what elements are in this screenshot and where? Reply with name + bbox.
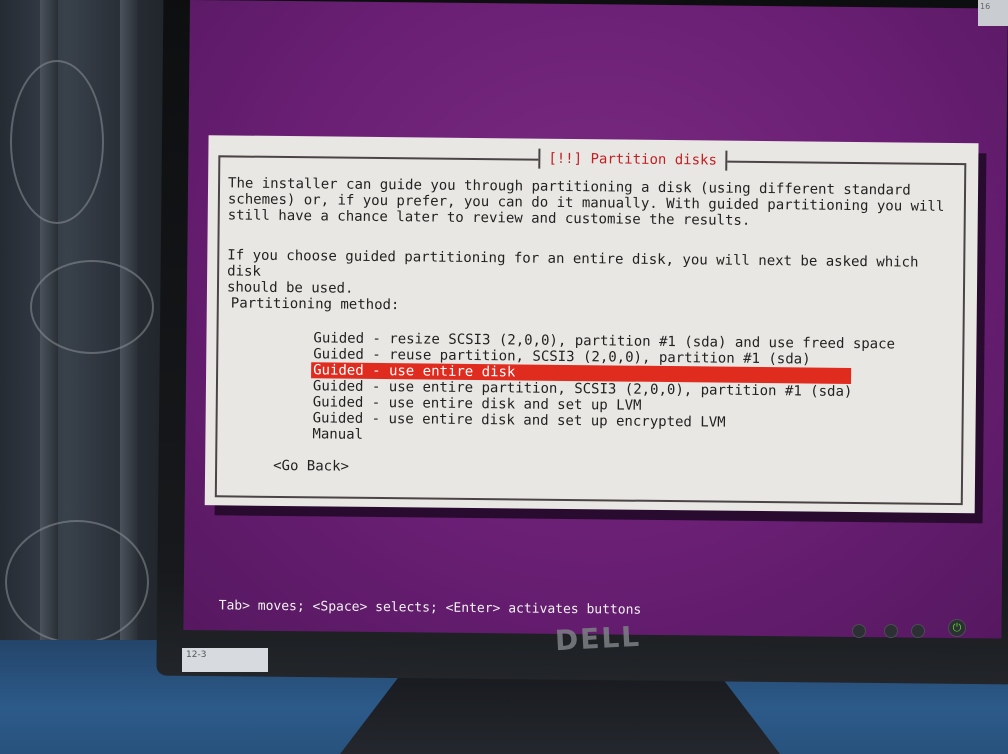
monitor-button[interactable] xyxy=(884,624,898,638)
asset-tag: 12-3 xyxy=(182,648,268,672)
power-icon[interactable]: ⏻ xyxy=(948,619,966,637)
monitor-button[interactable] xyxy=(852,624,866,638)
intro-text: The installer can guide you through part… xyxy=(227,175,945,229)
monitor-button[interactable] xyxy=(911,624,925,638)
installer-screen: [!!] Partition disks The installer can g… xyxy=(183,0,1008,639)
cable xyxy=(5,520,149,644)
dialog-title: [!!] Partition disks xyxy=(538,148,728,171)
status-bar: Tab> moves; <Space> selects; <Enter> act… xyxy=(218,598,642,618)
cable xyxy=(10,60,104,224)
partitioning-method-list[interactable]: Guided - resize SCSI3 (2,0,0), partition… xyxy=(310,330,895,448)
monitor-brand-logo: DELL xyxy=(554,619,642,658)
corner-label: 16 xyxy=(978,0,1008,26)
go-back-button[interactable]: <Go Back> xyxy=(273,458,349,475)
intro-text-2: If you choose guided partitioning for an… xyxy=(226,247,919,297)
partition-disks-dialog: [!!] Partition disks The installer can g… xyxy=(204,135,979,514)
cable xyxy=(30,260,154,354)
